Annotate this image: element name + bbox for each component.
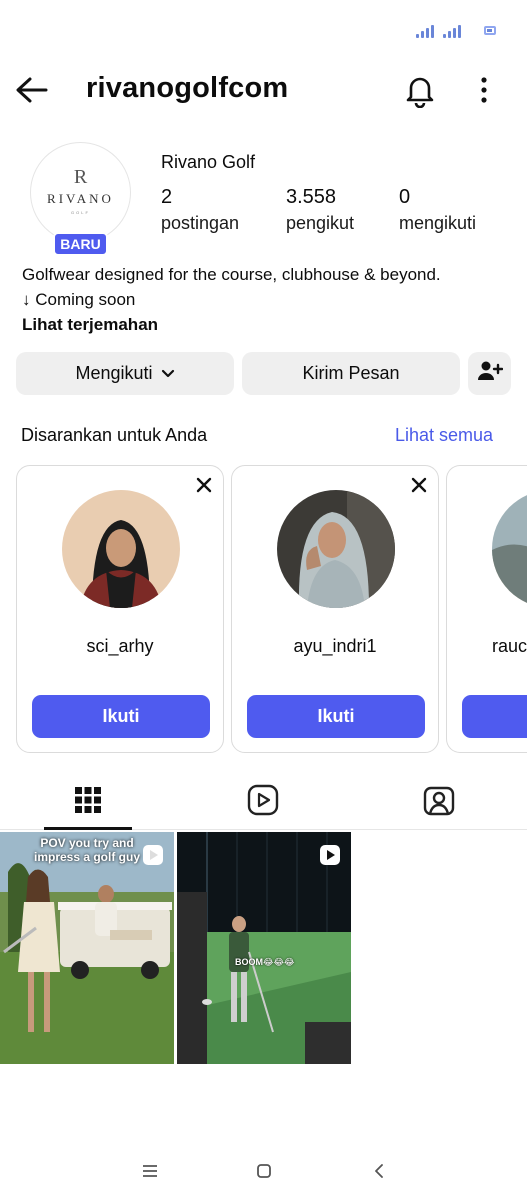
suggestion-avatar[interactable] <box>277 490 395 608</box>
following-button[interactable]: Mengikuti <box>16 352 234 395</box>
grid-icon[interactable] <box>68 780 108 820</box>
profile-tabs <box>0 770 527 830</box>
post-thumbnail[interactable]: POV you try and impress a golf guy <box>0 832 174 1064</box>
bell-icon[interactable] <box>402 72 438 109</box>
more-vertical-icon[interactable] <box>470 74 498 106</box>
back-arrow-icon[interactable] <box>14 74 50 106</box>
avatar-subtext: GOLF <box>71 209 90 215</box>
stat-label: mengikuti <box>399 213 477 233</box>
reel-badge-icon <box>319 844 341 866</box>
avatar[interactable]: R RIVANO GOLF <box>30 142 131 243</box>
stat-label: pengikut <box>286 213 355 233</box>
add-person-icon <box>477 360 503 387</box>
post-thumbnail[interactable]: BOOM😂😂😂 <box>177 832 351 1064</box>
close-icon[interactable] <box>193 474 215 496</box>
follow-button[interactable]: Ikuti <box>32 695 210 738</box>
following-label: Mengikuti <box>75 363 153 383</box>
stat-number: 2 <box>161 186 173 208</box>
follow-button[interactable] <box>462 695 527 738</box>
stat-followers[interactable]: 3.558 pengikut <box>286 186 354 234</box>
stat-number: 0 <box>399 186 411 208</box>
suggestion-username[interactable]: ayu_indri1 <box>232 636 438 657</box>
status-bar <box>0 0 527 60</box>
message-button[interactable]: Kirim Pesan <box>242 352 460 395</box>
post-caption-line: impress a golf guy <box>33 850 141 864</box>
bio: Golfwear designed for the course, clubho… <box>22 262 522 337</box>
home-icon[interactable] <box>251 1158 277 1184</box>
reels-icon[interactable] <box>243 780 283 820</box>
signal-icon <box>443 24 461 38</box>
suggestion-avatar[interactable] <box>492 490 527 608</box>
signal-icon <box>416 24 434 38</box>
bio-text: ↓ Coming soon <box>22 290 136 309</box>
stat-posts[interactable]: 2 postingan <box>161 186 239 234</box>
message-label: Kirim Pesan <box>302 363 400 383</box>
profile-name: Rivano Golf <box>161 152 256 172</box>
suggestion-username[interactable]: sci_arhy <box>17 636 223 657</box>
avatar-wordmark: RIVANO <box>47 190 114 206</box>
battery-icon <box>484 26 496 35</box>
new-badge: BARU <box>53 232 108 256</box>
chevron-down-icon <box>161 363 175 384</box>
tagged-icon[interactable] <box>419 780 459 820</box>
reel-badge-icon <box>142 844 164 866</box>
add-person-button[interactable] <box>468 352 511 395</box>
profile-header: rivanogolfcom <box>0 60 527 120</box>
close-icon[interactable] <box>408 474 430 496</box>
translate-link[interactable]: Lihat terjemahan <box>22 312 522 337</box>
system-navbar <box>0 1140 527 1200</box>
stat-label: postingan <box>161 213 240 233</box>
suggestion-card[interactable]: ayu_indri1 Ikuti <box>231 465 439 753</box>
active-tab-indicator <box>44 827 132 830</box>
follow-button[interactable]: Ikuti <box>247 695 425 738</box>
suggestion-avatar[interactable] <box>62 490 180 608</box>
bio-text: Golfwear designed for the course, clubho… <box>22 265 441 284</box>
suggestion-card[interactable]: sci_arhy Ikuti <box>16 465 224 753</box>
avatar-monogram: R <box>73 165 88 188</box>
suggestions-title: Disarankan untuk Anda <box>21 425 208 445</box>
suggestion-username[interactable]: rauc <box>492 636 527 657</box>
see-all-link[interactable]: Lihat semua <box>395 425 493 446</box>
recent-apps-icon[interactable] <box>137 1158 163 1184</box>
suggestion-card[interactable]: rauc <box>446 465 527 753</box>
stat-following[interactable]: 0 mengikuti <box>399 186 476 234</box>
post-overlay-text: BOOM😂😂😂 <box>235 957 295 967</box>
post-caption-line: POV you try and <box>40 836 134 850</box>
back-icon[interactable] <box>366 1158 392 1184</box>
page-title: rivanogolfcom <box>86 72 289 104</box>
stat-number: 3.558 <box>286 186 337 208</box>
